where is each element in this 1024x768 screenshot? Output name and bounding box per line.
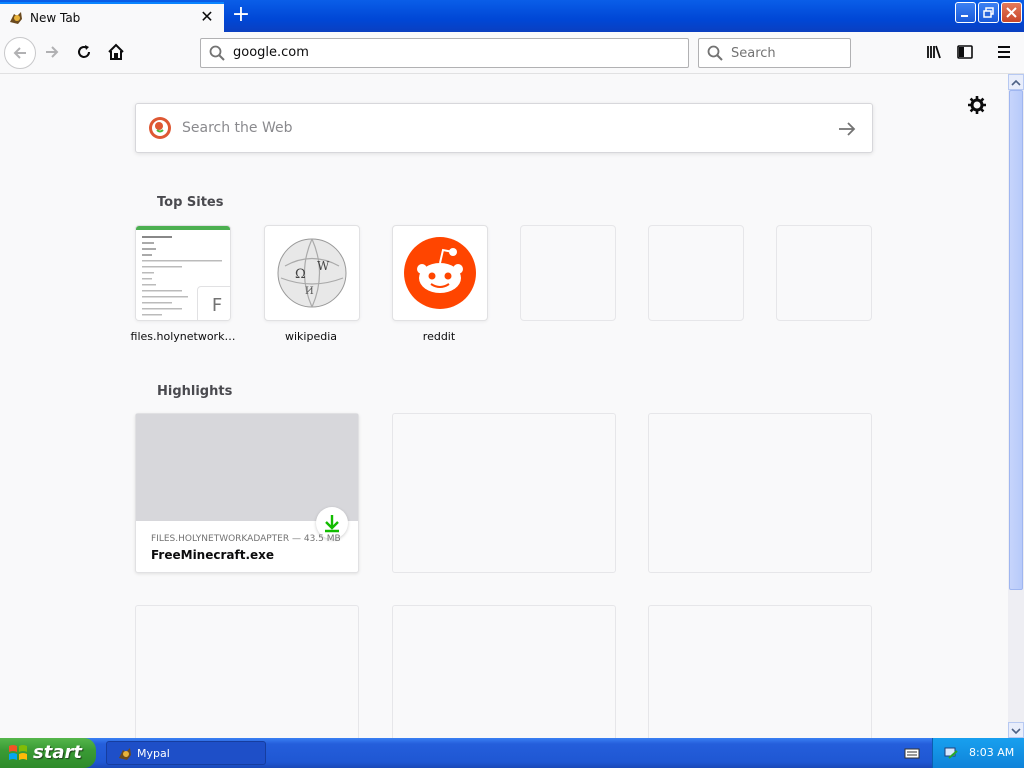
- taskbar-item-mypal[interactable]: Mypal: [106, 741, 266, 765]
- windows-logo-icon: [9, 745, 27, 760]
- top-site-empty: [776, 225, 872, 321]
- top-sites-title: Top Sites: [157, 195, 224, 210]
- highlights-title: Highlights: [157, 384, 233, 399]
- menu-button[interactable]: [990, 38, 1020, 68]
- scroll-down-button[interactable]: [1008, 722, 1024, 738]
- top-site-empty: [520, 225, 616, 321]
- top-site-empty: [648, 225, 744, 321]
- sidebar-button[interactable]: [951, 38, 981, 68]
- scroll-thumb[interactable]: [1009, 90, 1023, 590]
- back-button[interactable]: [4, 37, 36, 69]
- web-search-placeholder: Search the Web: [182, 120, 293, 136]
- url-bar[interactable]: google.com: [200, 38, 689, 68]
- system-tray: 8:03 AM: [932, 738, 1024, 768]
- wikipedia-logo-icon: Ω W И: [277, 238, 347, 308]
- highlight-placeholder: [392, 605, 616, 738]
- home-button[interactable]: [102, 38, 132, 68]
- minimize-button[interactable]: [955, 2, 976, 23]
- top-site-label: reddit: [422, 330, 456, 343]
- vertical-scrollbar[interactable]: [1008, 74, 1024, 738]
- highlight-title: FreeMinecraft.exe: [151, 548, 275, 562]
- network-icon[interactable]: [943, 745, 959, 761]
- tab-title: New Tab: [30, 11, 81, 25]
- top-site-reddit[interactable]: [392, 225, 488, 321]
- svg-text:И: И: [305, 286, 314, 297]
- forward-button[interactable]: [38, 38, 68, 68]
- taskbar-item-label: Mypal: [137, 747, 170, 760]
- tab-new-tab[interactable]: New Tab ✕: [0, 2, 224, 32]
- search-icon: [209, 45, 225, 61]
- mypal-favicon-icon: [10, 12, 22, 24]
- arrow-right-icon[interactable]: [836, 118, 858, 140]
- home-icon: [108, 43, 124, 60]
- top-site-files[interactable]: F: [135, 225, 231, 321]
- navigation-toolbar: google.com Search: [0, 32, 1024, 74]
- site-letter-badge: F: [197, 286, 230, 320]
- reddit-logo-icon: [404, 237, 476, 309]
- new-tab-page: Search the Web Top Sites F files.holynet…: [0, 74, 1008, 738]
- clock: 8:03 AM: [969, 746, 1015, 759]
- highlight-preview-image: [136, 414, 358, 521]
- search-icon: [707, 45, 723, 61]
- top-site-label: files.holynetwork…: [130, 330, 236, 343]
- forward-arrow-icon: [46, 46, 59, 58]
- tab-close-icon[interactable]: ✕: [198, 8, 216, 26]
- scroll-up-button[interactable]: [1008, 74, 1024, 90]
- highlight-card[interactable]: FILES.HOLYNETWORKADAPTER — 43.5 MB FreeM…: [135, 413, 359, 573]
- web-search-box[interactable]: Search the Web: [135, 103, 873, 153]
- reload-icon: [78, 45, 90, 58]
- taskbar: start Mypal 8:03 AM: [0, 738, 1024, 768]
- top-site-label: wikipedia: [284, 330, 337, 343]
- mypal-icon: [119, 748, 131, 760]
- highlight-placeholder: [648, 413, 872, 573]
- keyboard-icon[interactable]: [904, 746, 920, 760]
- highlight-context: FILES.HOLYNETWORKADAPTER — 43.5 MB: [151, 534, 341, 544]
- sidebar-icon: [957, 45, 973, 59]
- highlight-placeholder: [135, 605, 359, 738]
- start-label: start: [33, 742, 82, 763]
- title-bar: New Tab ✕ +: [0, 0, 1024, 32]
- new-tab-button[interactable]: +: [228, 4, 254, 28]
- back-arrow-icon: [13, 47, 26, 59]
- url-text: google.com: [233, 45, 309, 60]
- start-button[interactable]: start: [0, 738, 96, 768]
- highlight-placeholder: [392, 413, 616, 573]
- svg-text:Ω: Ω: [295, 267, 306, 282]
- gear-icon[interactable]: [966, 94, 988, 116]
- duckduckgo-logo-icon: [149, 117, 171, 139]
- svg-text:W: W: [317, 259, 330, 273]
- hamburger-menu-icon: [998, 46, 1010, 58]
- library-icon: [927, 45, 941, 59]
- search-placeholder: Search: [731, 46, 776, 61]
- search-bar[interactable]: Search: [698, 38, 851, 68]
- close-window-button[interactable]: [1001, 2, 1022, 23]
- reload-button[interactable]: [70, 38, 100, 68]
- highlight-placeholder: [648, 605, 872, 738]
- top-site-wikipedia[interactable]: Ω W И: [264, 225, 360, 321]
- library-button[interactable]: [920, 38, 950, 68]
- restore-button[interactable]: [978, 2, 999, 23]
